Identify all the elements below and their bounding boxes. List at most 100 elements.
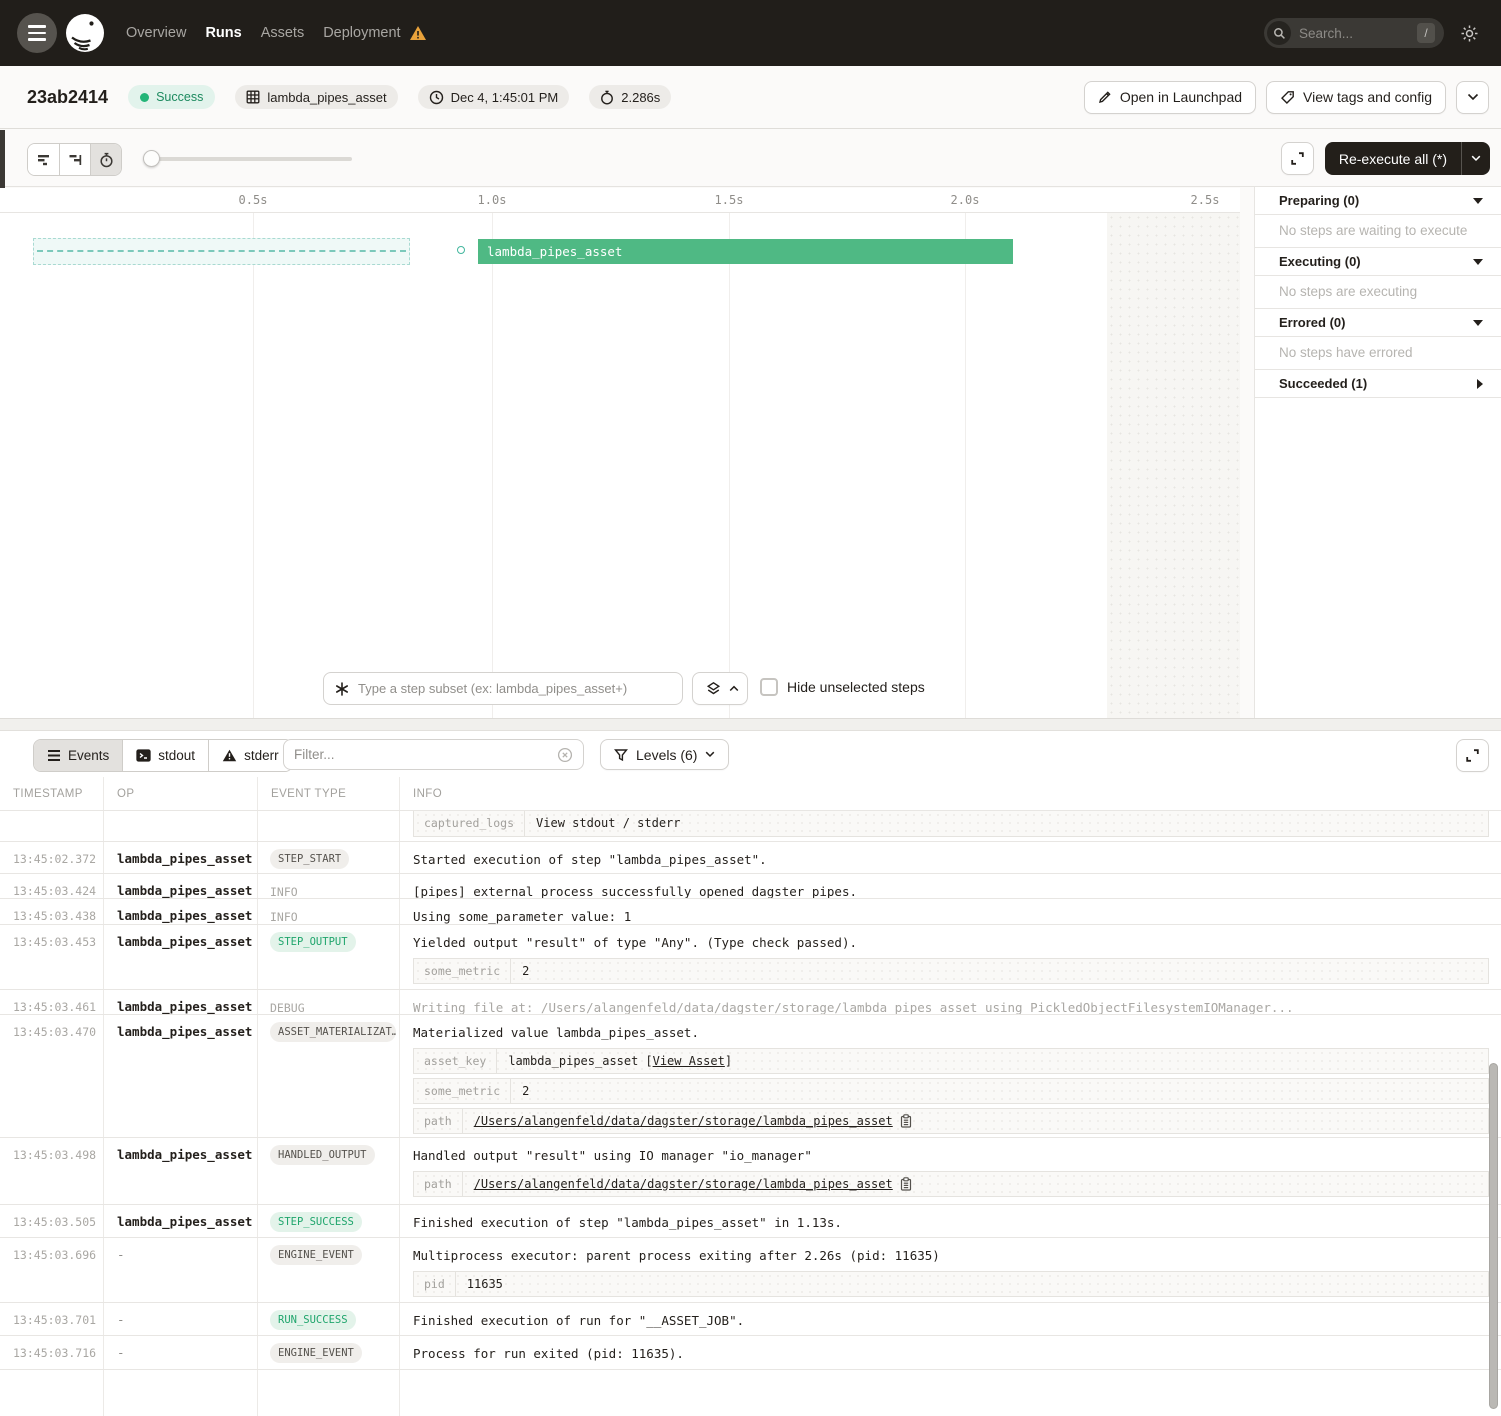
log-row[interactable]: 13:45:03.701 - RUN_SUCCESS Finished exec… <box>0 1303 1501 1336</box>
chevron-up-icon <box>729 685 739 692</box>
log-row[interactable]: captured_logs View stdout / stderr <box>0 811 1501 842</box>
waterfall-view-icon[interactable] <box>59 144 90 175</box>
zoom-slider[interactable] <box>143 150 352 167</box>
header-more-button[interactable] <box>1456 81 1489 114</box>
gantt-view-mode-group <box>27 143 122 176</box>
timer-view-icon[interactable] <box>90 144 121 175</box>
event-type-badge: STEP_START <box>270 849 349 869</box>
step-marker-dot <box>457 246 465 254</box>
log-rows: captured_logs View stdout / stderr 13:45… <box>0 811 1501 1416</box>
log-row[interactable]: 13:45:03.453 lambda_pipes_asset STEP_OUT… <box>0 925 1501 990</box>
search-icon <box>1267 21 1291 45</box>
gantt-chart: 0.5s 1.0s 1.5s 2.0s 2.5s lambda_pipes_as… <box>0 188 1240 718</box>
logs-expand-icon[interactable] <box>1456 739 1489 772</box>
clear-filter-icon[interactable] <box>557 747 573 763</box>
path-link[interactable]: /Users/alangenfeld/data/dagster/storage/… <box>474 1114 893 1129</box>
job-pill[interactable]: lambda_pipes_asset <box>235 85 397 109</box>
pencil-icon <box>1098 90 1112 104</box>
status-badge: Success <box>128 85 215 109</box>
log-row[interactable]: 13:45:02.372 lambda_pipes_asset STEP_STA… <box>0 842 1501 874</box>
logs-panel: Events stdout stderr Levels (6) <box>0 731 1501 1416</box>
graph-query-toggle-button[interactable] <box>692 672 748 705</box>
header-actions: Open in Launchpad View tags and config <box>1084 81 1489 114</box>
search-box[interactable]: / <box>1264 18 1444 48</box>
event-type-badge: STEP_OUTPUT <box>270 932 356 952</box>
levels-dropdown-button[interactable]: Levels (6) <box>600 739 729 770</box>
col-op: OP <box>104 777 258 810</box>
axis-tick: 2.0s <box>951 193 980 207</box>
view-asset-link[interactable]: View Asset <box>653 1054 725 1068</box>
event-type-text: INFO <box>270 881 298 898</box>
slider-track[interactable] <box>143 157 352 161</box>
scrollbar-thumb[interactable] <box>1489 1063 1498 1409</box>
copy-icon[interactable] <box>900 1114 912 1128</box>
log-row-empty <box>0 1370 1501 1416</box>
metadata-row: asset_key lambda_pipes_asset [View Asset… <box>413 1048 1489 1074</box>
error-triangle-icon <box>222 749 237 762</box>
tab-stderr[interactable]: stderr <box>208 740 292 771</box>
reexecute-dropdown-icon[interactable] <box>1462 142 1490 175</box>
layers-icon <box>706 681 721 696</box>
section-executing[interactable]: Executing (0) <box>1255 248 1501 276</box>
metadata-row: path /Users/alangenfeld/data/dagster/sto… <box>413 1108 1489 1134</box>
log-row[interactable]: 13:45:03.424 lambda_pipes_asset INFO [pi… <box>0 874 1501 899</box>
log-filter-input[interactable] <box>294 747 557 762</box>
copy-icon[interactable] <box>900 1177 912 1191</box>
event-type-badge: RUN_SUCCESS <box>270 1310 356 1330</box>
section-preparing[interactable]: Preparing (0) <box>1255 187 1501 215</box>
gantt-step-bar[interactable]: lambda_pipes_asset <box>478 239 1013 264</box>
log-row[interactable]: 13:45:03.498 lambda_pipes_asset HANDLED_… <box>0 1138 1501 1205</box>
axis-tick: 1.5s <box>715 193 744 207</box>
gear-icon[interactable] <box>1460 24 1479 43</box>
slider-handle[interactable] <box>143 150 160 167</box>
log-row[interactable]: 13:45:03.696 - ENGINE_EVENT Multiprocess… <box>0 1238 1501 1303</box>
log-row[interactable]: 13:45:03.461 lambda_pipes_asset DEBUG Wr… <box>0 990 1501 1015</box>
gantt-expand-icon[interactable] <box>1281 142 1314 175</box>
event-type-badge: ENGINE_EVENT <box>270 1245 362 1265</box>
view-tags-config-button[interactable]: View tags and config <box>1266 81 1446 114</box>
log-row[interactable]: 13:45:03.438 lambda_pipes_asset INFO Usi… <box>0 899 1501 925</box>
nav-link-assets[interactable]: Assets <box>261 25 305 41</box>
section-succeeded[interactable]: Succeeded (1) <box>1255 370 1501 398</box>
col-event-type: EVENT TYPE <box>258 777 400 810</box>
dagster-logo-icon[interactable] <box>66 14 104 52</box>
gantt-toolbar: Hide not started steps Re-execute all (*… <box>0 130 1501 187</box>
caret-down-icon <box>1473 198 1483 204</box>
duration-pill: 2.286s <box>589 85 671 109</box>
log-row[interactable]: 13:45:03.470 lambda_pipes_asset ASSET_MA… <box>0 1015 1501 1138</box>
step-status-sidebar: Preparing (0) No steps are waiting to ex… <box>1254 187 1501 718</box>
event-type-badge: HANDLED_OUTPUT <box>270 1145 375 1165</box>
op-selector-icon <box>334 681 350 697</box>
step-subset-input[interactable] <box>358 681 672 696</box>
log-row[interactable]: 13:45:03.716 - ENGINE_EVENT Process for … <box>0 1336 1501 1370</box>
nav-link-deployment[interactable]: Deployment <box>323 25 400 41</box>
section-errored-body: No steps have errored <box>1255 337 1501 370</box>
caret-down-icon <box>1473 259 1483 265</box>
nav-links: Overview Runs Assets Deployment <box>126 25 427 41</box>
hide-unselected-checkbox[interactable] <box>760 678 778 696</box>
event-type-text: INFO <box>270 906 298 924</box>
step-subset-box <box>323 672 683 705</box>
nav-link-runs[interactable]: Runs <box>205 25 241 41</box>
gridline <box>253 213 254 718</box>
open-launchpad-button[interactable]: Open in Launchpad <box>1084 81 1256 114</box>
search-input[interactable] <box>1299 26 1404 41</box>
gridline <box>729 213 730 718</box>
nav-link-overview[interactable]: Overview <box>126 25 186 41</box>
view-stdout-stderr-link[interactable]: View stdout / stderr <box>536 816 681 831</box>
log-row[interactable]: 13:45:03.505 lambda_pipes_asset STEP_SUC… <box>0 1205 1501 1238</box>
horizontal-splitter[interactable] <box>0 718 1501 731</box>
menu-button[interactable] <box>17 13 57 53</box>
top-nav: Overview Runs Assets Deployment / <box>0 0 1501 66</box>
reexecute-all-button[interactable]: Re-execute all (*) <box>1325 142 1490 175</box>
tab-events[interactable]: Events <box>34 740 122 771</box>
chevron-down-icon <box>705 751 715 758</box>
tab-stdout[interactable]: stdout <box>122 740 208 771</box>
axis-tick: 2.5s <box>1191 193 1220 207</box>
event-type-badge: ENGINE_EVENT <box>270 1343 362 1363</box>
section-errored[interactable]: Errored (0) <box>1255 309 1501 337</box>
path-link[interactable]: /Users/alangenfeld/data/dagster/storage/… <box>474 1177 893 1192</box>
flat-view-icon[interactable] <box>28 144 59 175</box>
start-time-pill: Dec 4, 1:45:01 PM <box>418 85 570 109</box>
event-type-badge: ASSET_MATERIALIZAT… <box>270 1022 396 1042</box>
